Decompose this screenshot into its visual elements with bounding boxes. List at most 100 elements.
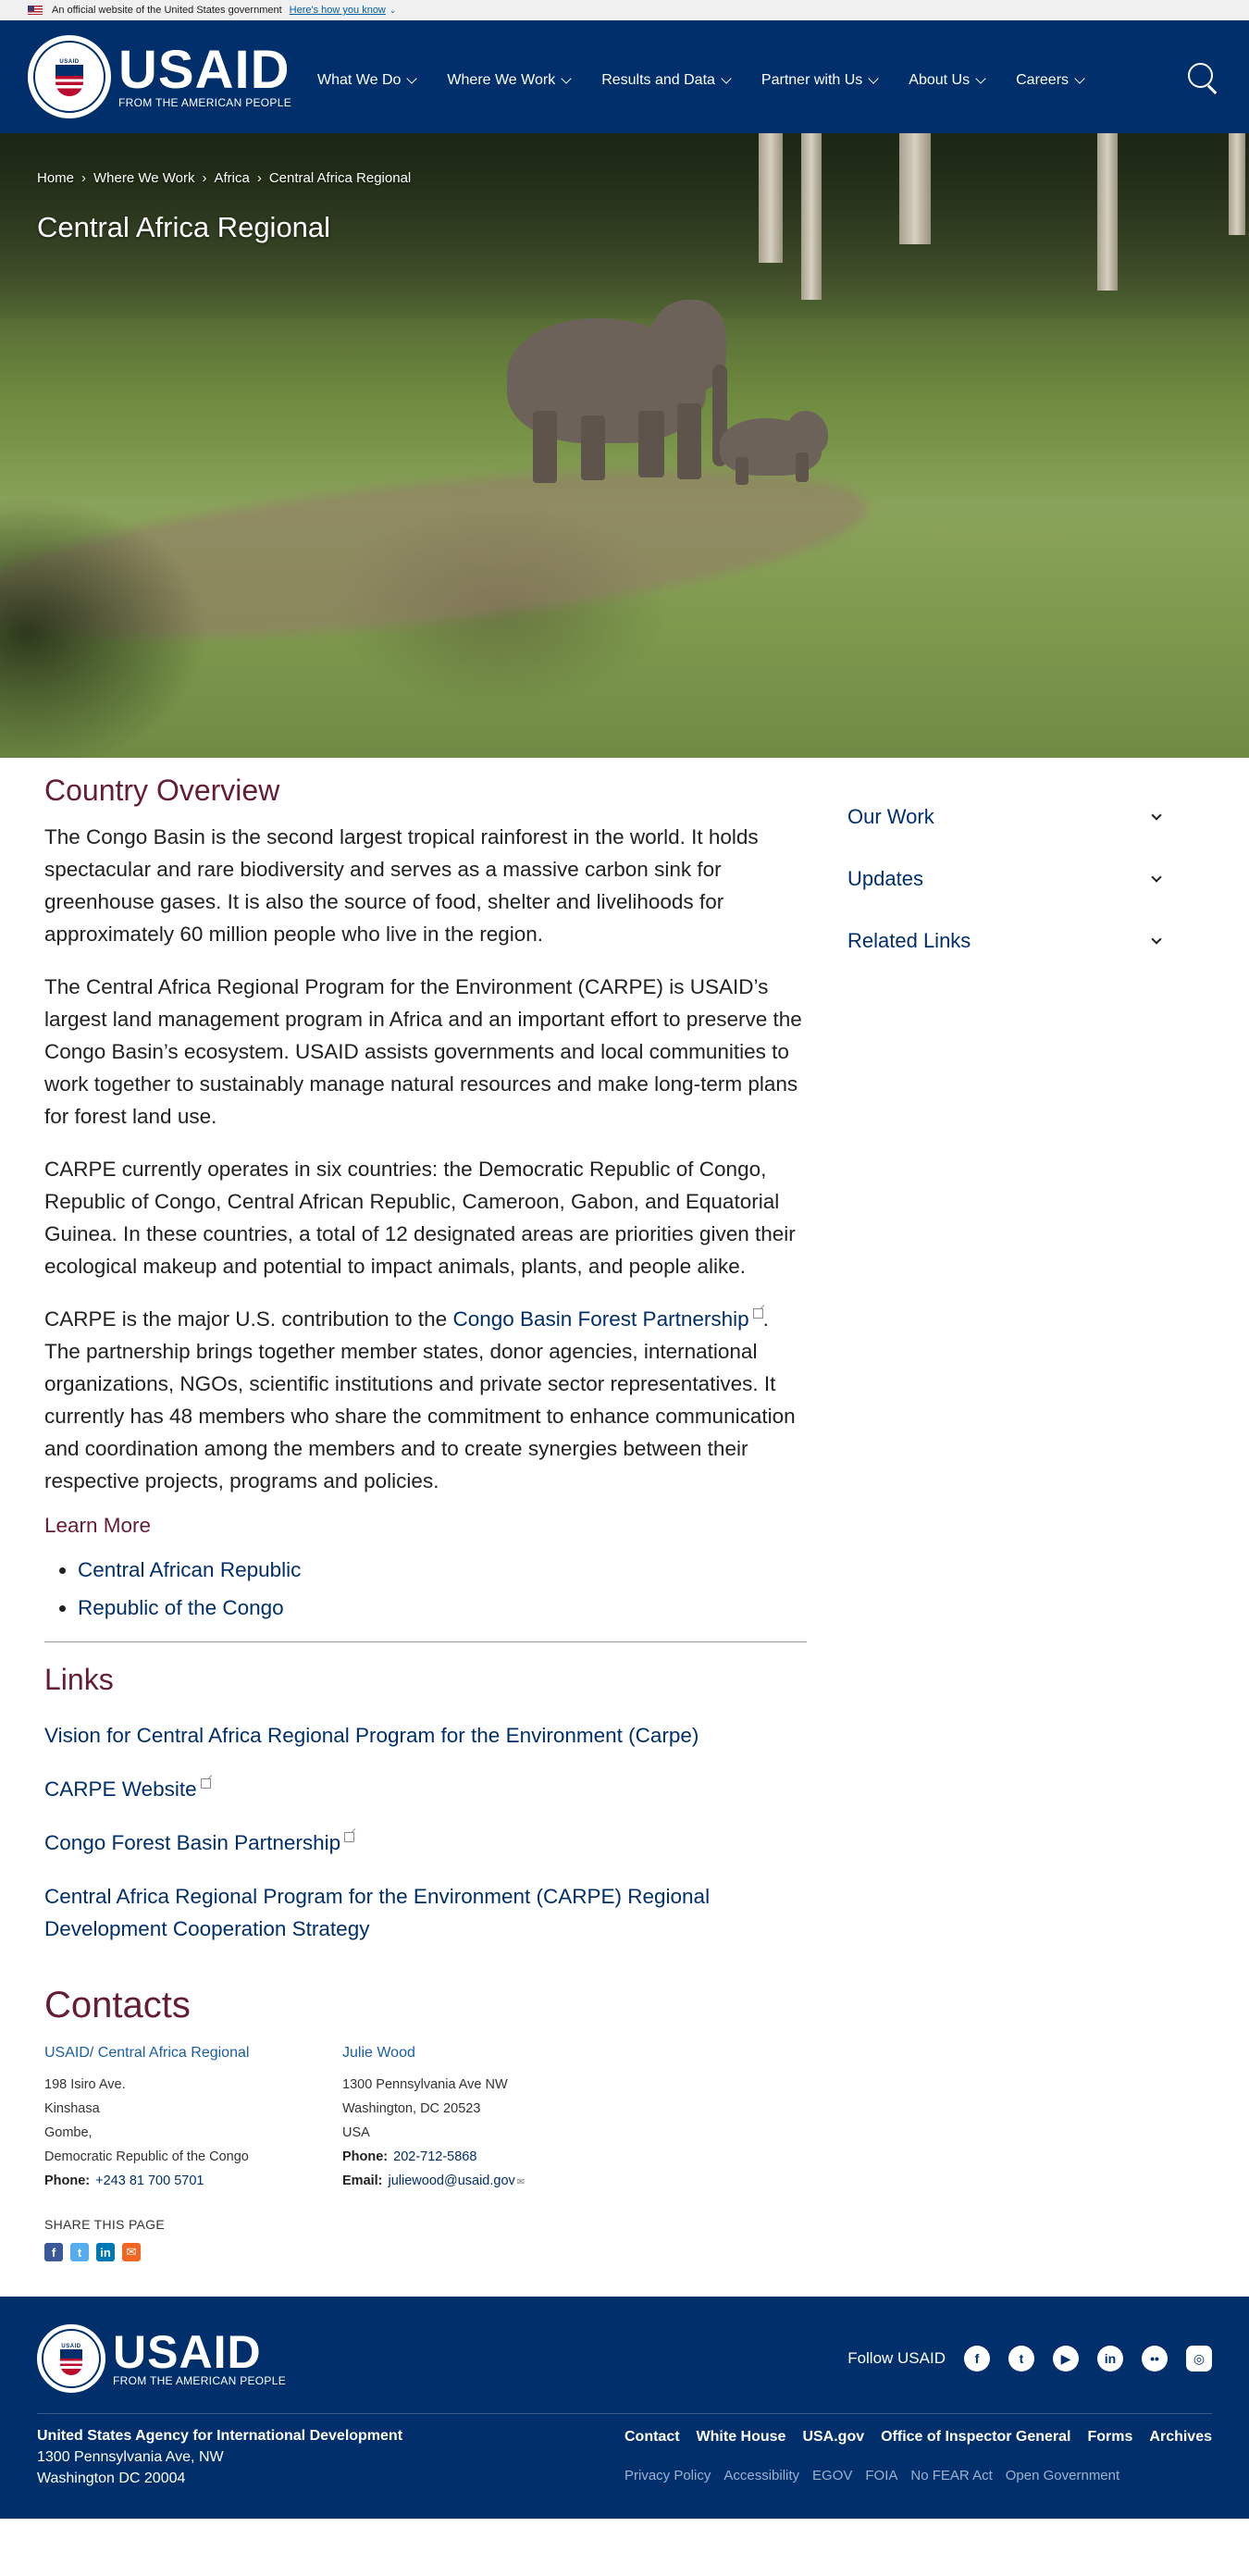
facebook-icon[interactable]: f <box>44 2243 63 2261</box>
footer-link-privacy[interactable]: Privacy Policy <box>624 2468 711 2483</box>
sidebar-label: Updates <box>847 866 923 890</box>
list-item: Republic of the Congo <box>78 1589 807 1627</box>
footer-link-usa-gov[interactable]: USA.gov <box>802 2429 864 2446</box>
email-link[interactable]: juliewood@usaid.gov <box>389 2174 515 2188</box>
breadcrumb-home[interactable]: Home <box>37 170 74 186</box>
chevron-down-icon: ⌄ <box>389 5 397 15</box>
content-area: Country Overview The Congo Basin is the … <box>0 758 1249 1966</box>
learn-more-list: Central African Republic Republic of the… <box>78 1551 807 1627</box>
footer-link-egov[interactable]: EGOV <box>812 2468 852 2483</box>
contacts-title: Contacts <box>44 1985 191 2025</box>
phone-link[interactable]: 202-712-5868 <box>393 2149 476 2164</box>
hero-banner: Home › Where We Work › Africa › Central Afr… <box>0 133 1249 758</box>
youtube-icon[interactable]: ▶ <box>1053 2346 1079 2372</box>
tree-trunk <box>759 133 783 263</box>
phone-link[interactable]: +243 81 700 5701 <box>95 2174 204 2188</box>
how-you-know-link[interactable]: Here's how you know <box>290 5 386 16</box>
nav-results-and-data[interactable]: Results and Data <box>601 72 732 89</box>
logo-tagline: FROM THE AMERICAN PEOPLE <box>118 96 292 109</box>
breadcrumb-africa[interactable]: Africa <box>214 170 249 186</box>
divider <box>44 1641 807 1642</box>
address-line: Washington, DC 20523 <box>342 2101 481 2116</box>
contact-name: Julie Wood <box>342 2045 415 2061</box>
share-icons: f t in ✉ <box>44 2243 1205 2261</box>
footer-link-open-government[interactable]: Open Government <box>1006 2468 1119 2483</box>
usaid-seal-logo[interactable]: USAID <box>28 35 111 118</box>
sidebar-item-related-links[interactable]: Related Links <box>847 910 1171 972</box>
chevron-down-icon <box>721 73 732 84</box>
calf-leg <box>796 452 809 482</box>
list-item: Central African Republic <box>78 1551 807 1589</box>
link-label: CARPE Website <box>44 1777 197 1801</box>
facebook-icon[interactable]: f <box>964 2346 990 2372</box>
brand[interactable]: USAID FROM THE AMERICAN PEOPLE <box>118 40 292 110</box>
footer-link-no-fear-act[interactable]: No FEAR Act <box>910 2468 992 2483</box>
breadcrumb-separator: › <box>256 170 262 186</box>
sidebar-item-updates[interactable]: Updates <box>847 848 1171 910</box>
footer-link-archives[interactable]: Archives <box>1149 2429 1212 2446</box>
external-link-icon <box>200 1778 211 1789</box>
footer-link-contact[interactable]: Contact <box>624 2429 680 2446</box>
email-label: Email: <box>342 2174 383 2188</box>
footer-address: United States Agency for International D… <box>37 2425 402 2489</box>
breadcrumb-where-we-work[interactable]: Where We Work <box>93 170 194 186</box>
chevron-down-icon <box>1151 933 1162 945</box>
congo-basin-forest-partnership-link[interactable]: Congo Basin Forest Partnership <box>452 1307 748 1331</box>
footer-links: Contact White House USA.gov Office of In… <box>624 2425 1212 2489</box>
logo-wordmark: USAID <box>118 40 291 100</box>
site-footer: USAID USAID FROM THE AMERICAN PEOPLE Fol… <box>0 2297 1249 2519</box>
footer-link-oig[interactable]: Office of Inspector General <box>881 2429 1070 2446</box>
nav-about-us[interactable]: About Us <box>909 72 986 89</box>
chevron-down-icon <box>868 73 879 84</box>
footer-link-accessibility[interactable]: Accessibility <box>723 2468 799 2483</box>
chevron-down-icon <box>561 73 572 84</box>
twitter-icon[interactable]: t <box>70 2243 89 2261</box>
footer-link-white-house[interactable]: White House <box>697 2429 786 2446</box>
logo-tagline: FROM THE AMERICAN PEOPLE <box>113 2374 287 2387</box>
nav-label: Results and Data <box>601 72 715 88</box>
address-line: 198 Isiro Ave. <box>44 2077 126 2092</box>
flickr-icon[interactable]: •• <box>1142 2346 1168 2372</box>
overview-paragraph: The Congo Basin is the second largest tr… <box>44 825 759 946</box>
address-line: 1300 Pennsylvania Ave NW <box>342 2077 508 2092</box>
paragraph-text: CARPE is the major U.S. contribution to … <box>44 1307 453 1331</box>
search-icon[interactable] <box>1186 61 1219 94</box>
carpe-website-link[interactable]: CARPE Website <box>44 1773 807 1805</box>
tree-trunk <box>1229 133 1245 235</box>
nav-label: About Us <box>909 72 971 88</box>
share-label: SHARE THIS PAGE <box>44 2217 166 2232</box>
republic-of-the-congo-link[interactable]: Republic of the Congo <box>78 1596 284 1619</box>
calf-leg <box>736 457 748 485</box>
instagram-icon[interactable]: ◎ <box>1186 2346 1212 2372</box>
nav-partner-with-us[interactable]: Partner with Us <box>761 72 879 89</box>
footer-link-forms[interactable]: Forms <box>1088 2429 1133 2446</box>
carpe-vision-link[interactable]: Vision for Central Africa Regional Progr… <box>44 1719 807 1752</box>
email-share-icon[interactable]: ✉ <box>122 2243 141 2261</box>
footer-logo[interactable]: USAID USAID FROM THE AMERICAN PEOPLE <box>37 2324 286 2393</box>
external-link-icon <box>752 1308 763 1319</box>
sidebar-item-our-work[interactable]: Our Work <box>847 786 1171 848</box>
learn-more-heading: Learn More <box>44 1514 152 1537</box>
usaid-seal-logo: USAID <box>37 2324 105 2393</box>
tree-trunk <box>801 133 822 300</box>
links-title: Links <box>44 1663 114 1696</box>
footer-link-foia[interactable]: FOIA <box>865 2468 897 2483</box>
hero-foliage <box>0 485 222 758</box>
elephant-leg <box>581 415 605 480</box>
carpe-strategy-link[interactable]: Central Africa Regional Program for the … <box>44 1880 807 1945</box>
nav-what-we-do[interactable]: What We Do <box>317 72 418 89</box>
tree-trunk <box>1097 133 1118 291</box>
linkedin-icon[interactable]: in <box>1097 2346 1123 2372</box>
elephant-leg <box>677 403 701 479</box>
linkedin-icon[interactable]: in <box>96 2243 115 2261</box>
email-row: Email: juliewood@usaid.gov ✉ <box>342 2169 640 2195</box>
central-african-republic-link[interactable]: Central African Republic <box>78 1558 301 1581</box>
tree-trunk <box>899 133 931 244</box>
overview-title: Country Overview <box>44 774 280 807</box>
congo-forest-basin-partnership-link[interactable]: Congo Forest Basin Partnership <box>44 1827 807 1859</box>
nav-careers[interactable]: Careers <box>1016 72 1085 89</box>
phone-label: Phone: <box>44 2174 91 2188</box>
twitter-icon[interactable]: t <box>1008 2346 1034 2372</box>
elephant-leg <box>533 411 557 483</box>
nav-where-we-work[interactable]: Where We Work <box>447 72 572 89</box>
